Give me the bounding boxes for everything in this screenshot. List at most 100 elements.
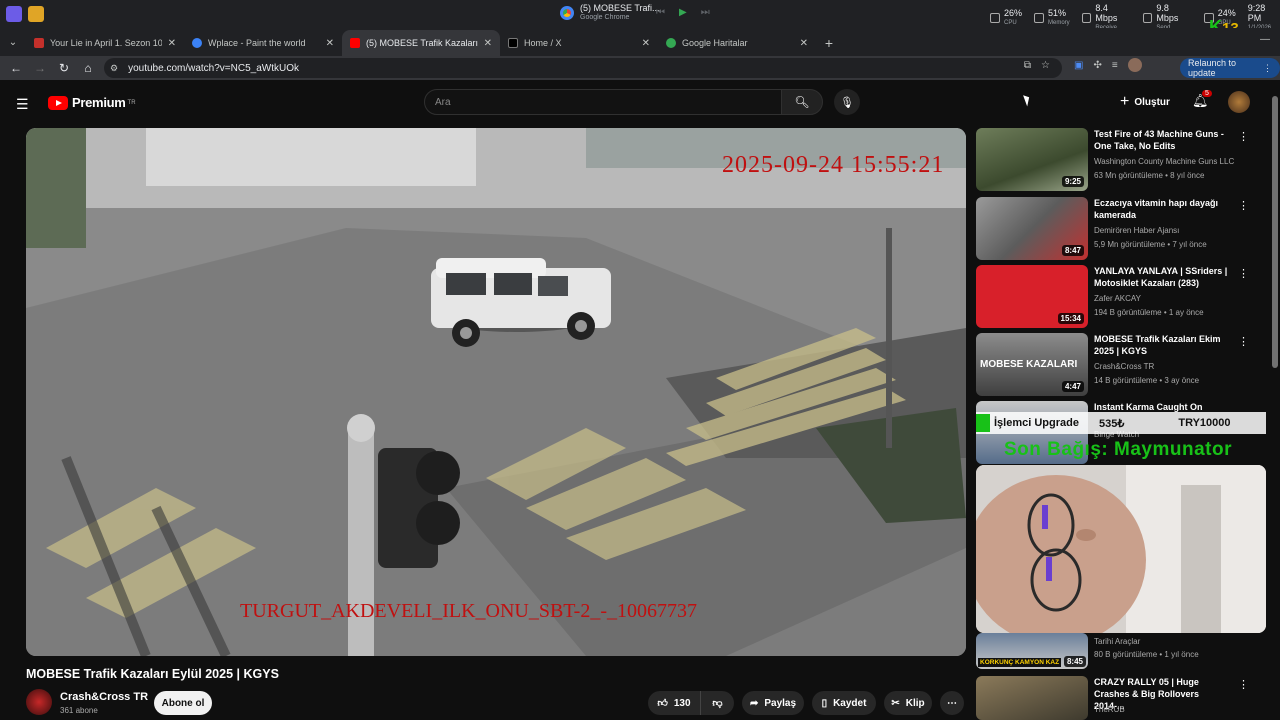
tab-2[interactable]: Wplace - Paint the world ✕ [184, 30, 342, 56]
url-text[interactable]: youtube.com/watch?v=NC5_aWtkUOk [128, 63, 299, 74]
voice-search-icon[interactable]: 🎙︎ [834, 89, 860, 115]
tab-strip: ⌄ Your Lie in April 1. Sezon 10. Bö✕ Wpl… [0, 28, 1280, 56]
new-tab-button[interactable]: + [816, 30, 842, 56]
reload-icon[interactable]: ↻ [52, 57, 76, 79]
webcam-overlay [976, 465, 1266, 633]
like-button[interactable]: 👍︎ 130 [648, 691, 700, 715]
tab-search-icon[interactable]: ⌄ [0, 28, 26, 56]
bookmark-icon: ▯ [821, 697, 828, 709]
video-thumbnail[interactable]: MOBESE KAZALARI 4:47 [976, 333, 1088, 396]
tab-4[interactable]: Home / X ✕ [500, 30, 658, 56]
scissors-icon: ✂ [891, 697, 900, 709]
minimize-icon[interactable]: — [1260, 34, 1270, 45]
rec-channel[interactable]: Crash&Cross TR [1094, 362, 1154, 371]
extension-icon[interactable]: ▣ [1074, 60, 1083, 71]
address-bar[interactable]: ⚙ youtube.com/watch?v=NC5_aWtkUOk ⧉ ☆ [104, 58, 1062, 78]
next-icon[interactable]: ⏭ [701, 7, 710, 18]
recommendation-item[interactable]: MOBESE KAZALARI 4:47 MOBESE Trafik Kazal… [976, 333, 1256, 397]
video-thumbnail[interactable]: 8:47 [976, 197, 1088, 260]
rec-channel[interactable]: Washington County Machine Guns LLC [1094, 157, 1234, 166]
recommendation-item[interactable]: 9:25 Test Fire of 43 Machine Guns - One … [976, 128, 1256, 192]
rec-channel[interactable]: Demirören Haber Ajansı [1094, 226, 1179, 235]
video-title: MOBESE Trafik Kazaları Eylül 2025 | KGYS [26, 667, 279, 681]
video-thumbnail[interactable] [976, 676, 1088, 720]
more-vert-icon[interactable]: ⋮ [1238, 199, 1249, 212]
create-button[interactable]: + Oluştur [1120, 92, 1170, 112]
extensions-puzzle-icon[interactable]: ✣ [1093, 60, 1101, 71]
channel-name[interactable]: Crash&Cross TR [60, 691, 148, 703]
notifications-icon[interactable]: 🔔︎ 5 [1192, 90, 1212, 109]
site-info-icon[interactable]: ⚙ [110, 63, 118, 74]
close-icon[interactable]: ✕ [484, 38, 492, 49]
rec-channel[interactable]: TheRUB [1094, 705, 1125, 714]
folder-icon[interactable] [28, 6, 44, 22]
clip-button[interactable]: ✂ Klip [884, 691, 932, 715]
tab-1[interactable]: Your Lie in April 1. Sezon 10. Bö✕ [26, 30, 184, 56]
donation-overlay: İşlemci Upgrade 535₺ TRY10000 Son Bağış: M… [976, 412, 1266, 464]
share-icon: ➦ [749, 697, 759, 709]
thumbs-up-icon: 👍︎ [657, 698, 668, 709]
video-thumbnail[interactable]: KORKUNÇ KAMYON KAZ 8:45 [976, 633, 1088, 669]
menu-dots-icon[interactable]: ⋮ [1263, 63, 1272, 74]
more-vert-icon[interactable]: ⋮ [1238, 335, 1249, 348]
thumbs-down-icon: 👎︎ [712, 698, 723, 709]
rec-meta: 194 B görüntüleme • 1 ay önce [1094, 308, 1204, 317]
dislike-button[interactable]: 👎︎ [700, 691, 734, 715]
tab-3-active[interactable]: (5) MOBESE Trafik Kazaları Eylü✕ [342, 30, 500, 56]
rec-title[interactable]: YANLAYA YANLAYA | SSriders | Motosiklet … [1094, 265, 1232, 289]
play-icon[interactable]: ▶ [679, 7, 687, 18]
rec-meta: 80 B görüntüleme • 1 yıl önce [1094, 650, 1199, 659]
profile-avatar[interactable] [1127, 58, 1142, 72]
recommendation-item[interactable]: 15:34 YANLAYA YANLAYA | SSriders | Motos… [976, 265, 1256, 329]
scrollbar-thumb[interactable] [1272, 96, 1278, 368]
notification-badge: 5 [1202, 90, 1212, 97]
video-player[interactable]: 2025-09-24 15:55:21 TURGUT_AKDEVELI_ILK_… [26, 128, 966, 656]
recommendation-item[interactable]: CRAZY RALLY 05 | Huge Crashes & Big Roll… [976, 676, 1256, 720]
menu-icon[interactable]: ☰ [16, 96, 29, 113]
close-icon[interactable]: ✕ [642, 38, 650, 49]
channel-avatar[interactable] [26, 689, 52, 715]
mouse-cursor-icon [1023, 93, 1032, 107]
close-icon[interactable]: ✕ [326, 38, 334, 49]
forward-icon[interactable]: → [28, 57, 52, 79]
relaunch-button[interactable]: Relaunch to update ⋮ [1180, 58, 1280, 78]
camera-label: TURGUT_AKDEVELI_ILK_ONU_SBT-2_-_10067737 [240, 600, 698, 622]
rec-title[interactable]: Test Fire of 43 Machine Guns - One Take,… [1094, 128, 1232, 152]
home-icon[interactable]: ⌂ [76, 57, 100, 79]
more-vert-icon[interactable]: ⋮ [1238, 130, 1249, 143]
reading-list-icon[interactable]: ≡ [1112, 60, 1118, 71]
prev-icon[interactable]: ⏮ [656, 7, 665, 18]
video-thumbnail[interactable]: 9:25 [976, 128, 1088, 191]
recommendation-item[interactable]: KORKUNÇ KAMYON KAZ 8:45 Tarihi Araçlar 8… [976, 633, 1256, 669]
more-actions-button[interactable]: ⋯ [940, 691, 964, 715]
page-scrollbar[interactable] [1270, 84, 1280, 720]
search-button[interactable]: 🔍︎ [781, 89, 823, 115]
subscribe-button[interactable]: Abone ol [154, 691, 212, 715]
save-button[interactable]: ▯ Kaydet [812, 691, 876, 715]
more-vert-icon[interactable]: ⋮ [1238, 267, 1249, 280]
media-widget[interactable]: (5) MOBESE Trafi... Google Chrome [560, 3, 660, 23]
donation-goal-bar: İşlemci Upgrade 535₺ TRY10000 [976, 412, 1266, 434]
app-icon[interactable] [6, 6, 22, 22]
search-input[interactable]: Ara [424, 89, 782, 115]
back-icon[interactable]: ← [4, 57, 28, 79]
install-icon[interactable]: ⧉ [1024, 60, 1031, 71]
close-icon[interactable]: ✕ [800, 38, 808, 49]
share-button[interactable]: ➦ Paylaş [742, 691, 804, 715]
rec-channel[interactable]: Tarihi Araçlar [1094, 637, 1140, 646]
tab-favicon-icon [192, 38, 202, 48]
rec-meta: 14 B görüntüleme • 3 ay önce [1094, 376, 1200, 385]
video-thumbnail[interactable]: 15:34 [976, 265, 1088, 328]
tab-5[interactable]: Google Haritalar ✕ [658, 30, 816, 56]
rec-title[interactable]: MOBESE Trafik Kazaları Ekim 2025 | KGYS [1094, 333, 1232, 357]
rec-title[interactable]: Eczacıya vitamin hapı dayağı kamerada [1094, 197, 1232, 221]
maps-icon [666, 38, 676, 48]
rec-channel[interactable]: Zafer AKCAY [1094, 294, 1141, 303]
close-icon[interactable]: ✕ [168, 38, 176, 49]
youtube-logo[interactable]: Premium TR [48, 95, 136, 110]
more-vert-icon[interactable]: ⋮ [1238, 678, 1249, 691]
rec-meta: 63 Mn görüntüleme • 8 yıl önce [1094, 171, 1205, 180]
recommendation-item[interactable]: 8:47 Eczacıya vitamin hapı dayağı kamera… [976, 197, 1256, 261]
account-avatar[interactable] [1228, 91, 1250, 113]
bookmark-star-icon[interactable]: ☆ [1041, 60, 1050, 71]
